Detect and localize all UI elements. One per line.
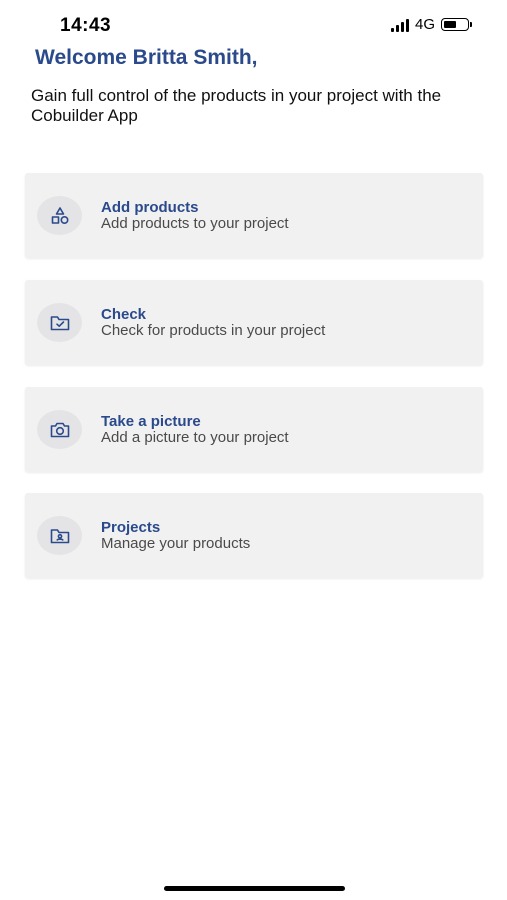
signal-icon — [390, 18, 409, 32]
card-title: Take a picture — [101, 413, 201, 430]
status-time: 14:43 — [60, 15, 112, 36]
status-indicators: 4G — [390, 16, 472, 33]
folder-check-icon — [37, 303, 82, 342]
add-products-card[interactable]: Add products Add products to your projec… — [25, 173, 483, 258]
card-description: Check for products in your project — [101, 322, 326, 339]
take-picture-card[interactable]: Take a picture Add a picture to your pro… — [25, 387, 483, 472]
shapes-icon — [37, 196, 82, 235]
check-card[interactable]: Check Check for products in your project — [25, 280, 483, 365]
card-description: Add products to your project — [101, 215, 289, 232]
network-label: 4G — [414, 16, 435, 33]
card-description: Manage your products — [101, 535, 251, 552]
card-title: Projects — [101, 519, 161, 536]
battery-icon — [441, 18, 472, 31]
welcome-heading: Welcome Britta Smith, — [35, 46, 258, 69]
camera-icon — [37, 410, 82, 449]
card-description: Add a picture to your project — [101, 429, 289, 446]
home-indicator[interactable] — [164, 886, 345, 891]
card-title: Check — [101, 306, 147, 323]
welcome-subtitle: Gain full control of the products in you… — [31, 86, 442, 125]
status-bar: 14:43 4G — [0, 0, 507, 44]
projects-card[interactable]: Projects Manage your products — [25, 493, 483, 578]
folder-user-icon — [37, 516, 82, 555]
card-title: Add products — [101, 199, 199, 216]
